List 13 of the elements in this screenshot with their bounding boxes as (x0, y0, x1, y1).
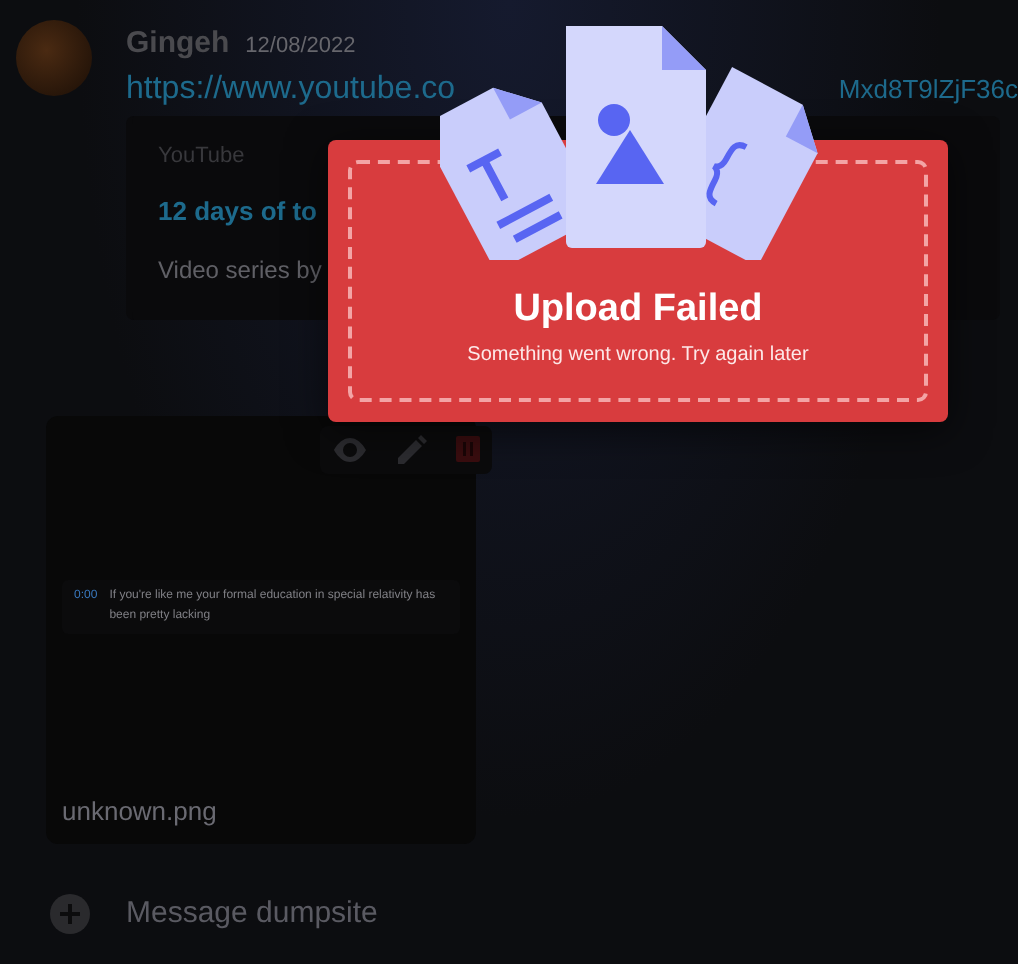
link[interactable]: Mxd8T9lZjF36c (838, 67, 1018, 111)
timestamp: 12/08/2022 (245, 32, 356, 62)
file-name: unknown.png (62, 794, 219, 830)
trash-icon[interactable] (456, 436, 480, 462)
link[interactable]: https://www.youtube.co (126, 67, 456, 111)
eye-icon[interactable] (332, 437, 368, 461)
message-input[interactable]: Message dumpsite (126, 891, 886, 936)
dialog-title: Upload Failed (513, 286, 763, 334)
add-icon[interactable] (50, 893, 90, 934)
embed-description: Video series by (158, 253, 324, 287)
author-name[interactable]: Gingeh (126, 22, 230, 67)
pencil-icon[interactable] (396, 433, 428, 465)
dialog-message: Something went wrong. Try again later (467, 342, 809, 370)
